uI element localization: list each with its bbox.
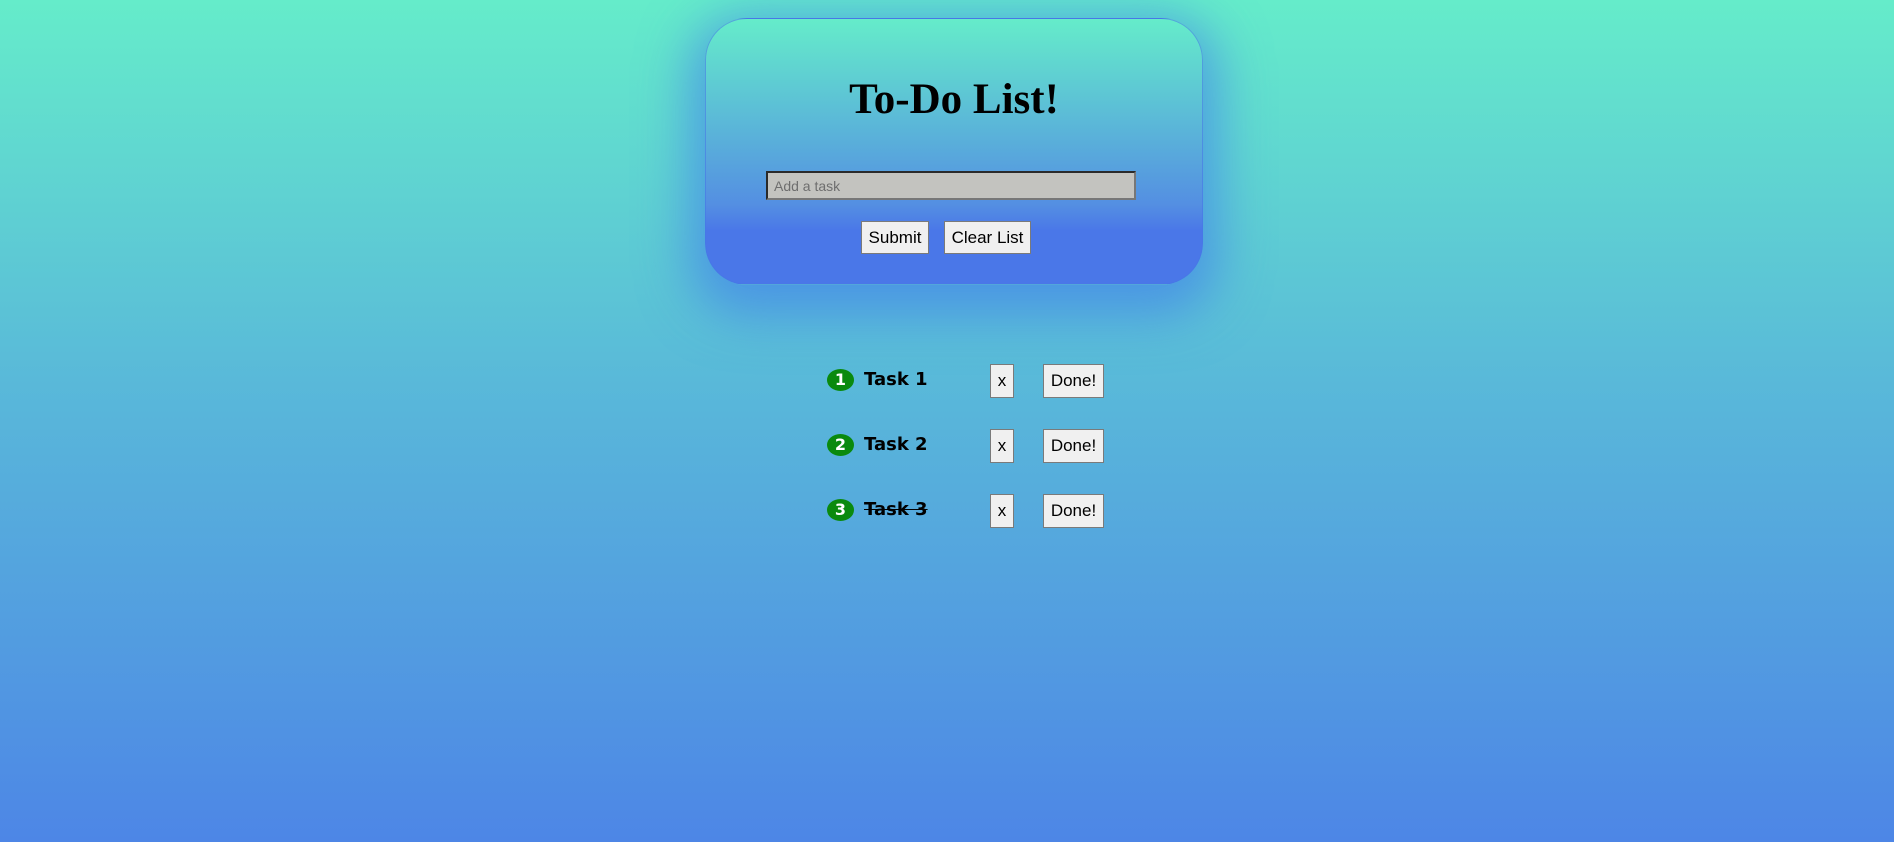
done-task-button[interactable]: Done! bbox=[1043, 429, 1104, 463]
page-title: To-Do List! bbox=[849, 76, 1059, 123]
delete-task-button[interactable]: x bbox=[990, 429, 1014, 463]
done-task-button[interactable]: Done! bbox=[1043, 494, 1104, 528]
task-number-badge: 2 bbox=[827, 434, 854, 456]
task-name-completed: Task 3 bbox=[864, 499, 928, 520]
task-number-badge: 3 bbox=[827, 499, 854, 521]
todo-form-card: To-Do List! Submit Clear List bbox=[705, 18, 1203, 285]
task-item-3: 3 Task 3 x Done! bbox=[827, 494, 1107, 528]
task-number-badge: 1 bbox=[827, 369, 854, 391]
task-name: Task 2 bbox=[864, 434, 928, 455]
task-name: Task 1 bbox=[864, 369, 928, 390]
clear-list-button[interactable]: Clear List bbox=[944, 221, 1031, 254]
delete-task-button[interactable]: x bbox=[990, 494, 1014, 528]
done-task-button[interactable]: Done! bbox=[1043, 364, 1104, 398]
task-item-1: 1 Task 1 x Done! bbox=[827, 364, 1107, 398]
submit-button[interactable]: Submit bbox=[861, 221, 929, 254]
add-task-input[interactable] bbox=[766, 171, 1136, 200]
task-item-2: 2 Task 2 x Done! bbox=[827, 429, 1107, 463]
delete-task-button[interactable]: x bbox=[990, 364, 1014, 398]
